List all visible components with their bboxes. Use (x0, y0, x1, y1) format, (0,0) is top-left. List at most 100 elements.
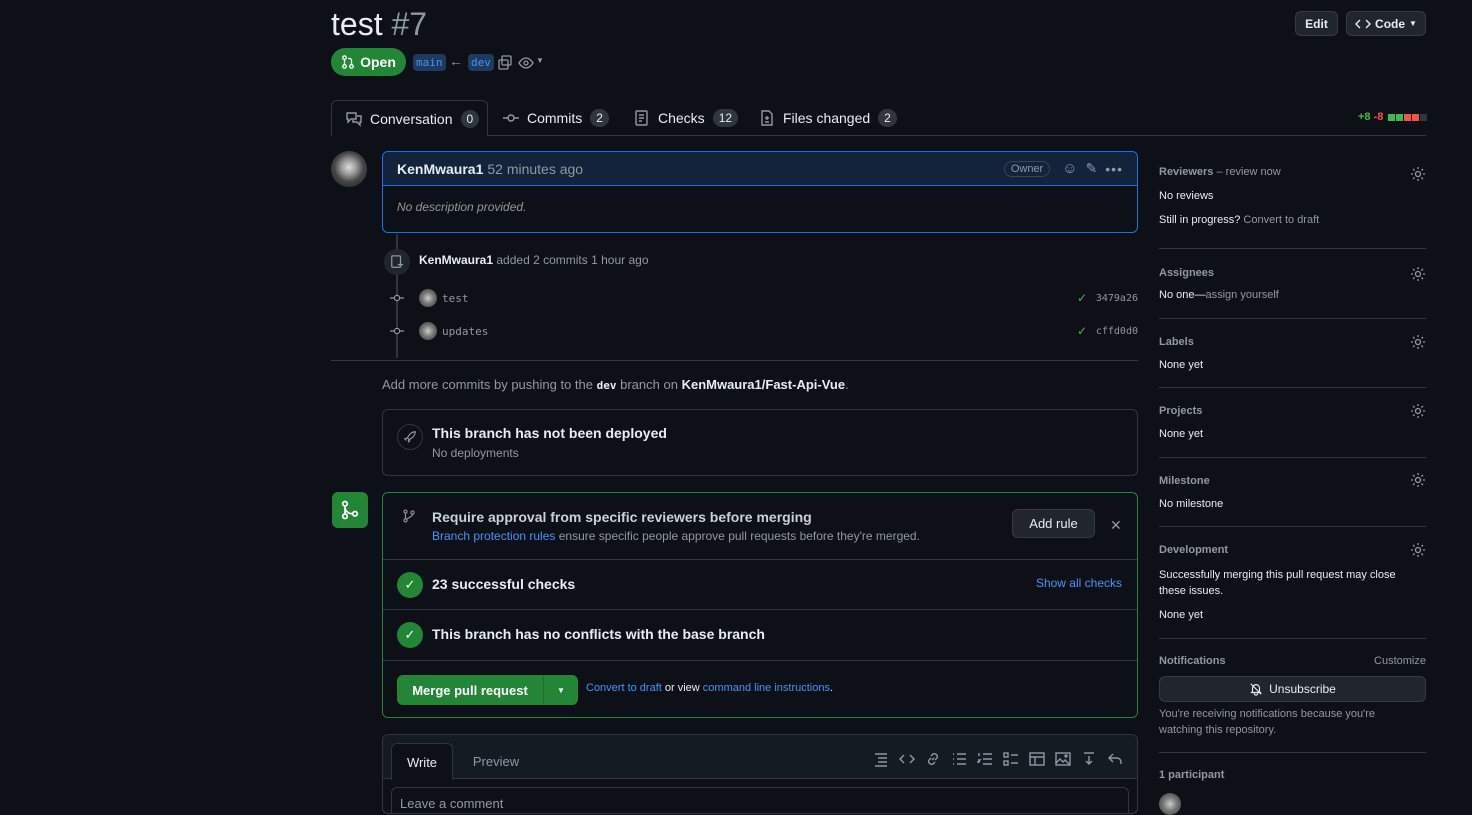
commit-sha[interactable]: cffd0d0 (1096, 326, 1138, 337)
convert-to-draft-link[interactable]: Convert to draft (586, 682, 662, 694)
convert-to-draft-link[interactable]: Convert to draft (1243, 214, 1319, 226)
commit-row: test ✓ 3479a26 (390, 285, 1138, 311)
caret-down-icon[interactable]: ▼ (536, 56, 544, 65)
tab-counter: 12 (712, 109, 739, 127)
tab-write[interactable]: Write (391, 743, 453, 780)
timeline-divider (331, 360, 1138, 361)
smiley-icon[interactable]: ☺ (1062, 160, 1077, 177)
gear-icon[interactable] (1410, 266, 1426, 282)
branch-protection-link[interactable]: Branch protection rules (432, 529, 555, 543)
participant-avatar[interactable] (1159, 793, 1181, 815)
eye-icon[interactable] (518, 55, 534, 71)
timeline-author[interactable]: KenMwaura1 (419, 253, 493, 267)
commit-avatar[interactable] (419, 289, 437, 307)
sidebar-assignees: Assignees No one—assign yourself (1159, 249, 1426, 319)
diffstat-bar (1388, 113, 1428, 121)
ordered-list-icon[interactable] (977, 751, 993, 767)
image-icon[interactable] (1055, 751, 1071, 767)
pr-title-text: test (331, 6, 383, 42)
participants-title: 1 participant (1159, 769, 1225, 781)
show-all-checks-link[interactable]: Show all checks (1036, 576, 1122, 590)
conflicts-section: ✓ This branch has no conflicts with the … (383, 610, 1137, 661)
link-icon[interactable] (925, 751, 941, 767)
assignees-prefix: No one— (1159, 289, 1206, 301)
tasklist-icon[interactable] (1003, 751, 1019, 767)
comment-textarea[interactable]: Leave a comment (391, 787, 1129, 813)
kebab-horizontal-icon[interactable]: ••• (1105, 161, 1123, 177)
progress-text: Still in progress? (1159, 214, 1241, 226)
milestone-title[interactable]: Milestone (1159, 475, 1210, 487)
commit-avatar[interactable] (419, 322, 437, 340)
commit-message[interactable]: updates (442, 325, 488, 338)
code-icon[interactable] (899, 751, 915, 767)
unordered-list-icon[interactable] (951, 751, 967, 767)
gear-icon[interactable] (1410, 542, 1426, 558)
slash-commands-icon[interactable] (1081, 751, 1097, 767)
customize-link[interactable]: Customize (1374, 655, 1426, 667)
table-icon[interactable] (1029, 751, 1045, 767)
diffstat-additions: +8 (1358, 111, 1371, 123)
head-branch[interactable]: dev (468, 54, 494, 71)
gear-icon[interactable] (1410, 403, 1426, 419)
check-icon[interactable]: ✓ (1077, 324, 1087, 338)
tab-conversation[interactable]: Conversation 0 (331, 100, 488, 136)
approval-section: Require approval from specific reviewers… (383, 493, 1137, 560)
merge-pull-request-button[interactable]: Merge pull request (397, 675, 543, 705)
tab-label: Conversation (370, 110, 453, 127)
gear-icon[interactable] (1410, 166, 1426, 182)
sidebar-reviewers: Reviewers – review now No reviews Still … (1159, 152, 1426, 249)
development-title[interactable]: Development (1159, 544, 1228, 556)
heading-icon[interactable] (873, 751, 889, 767)
comment-time[interactable]: 52 minutes ago (487, 161, 583, 177)
timeline-time[interactable]: 1 hour ago (591, 253, 648, 267)
close-icon[interactable]: ✕ (1110, 517, 1122, 534)
check-icon[interactable]: ✓ (1077, 291, 1087, 305)
reviewers-title[interactable]: Reviewers – review now (1159, 166, 1281, 178)
commit-message[interactable]: test (442, 292, 469, 305)
labels-value: None yet (1159, 359, 1204, 371)
sidebar-projects: Projects None yet (1159, 388, 1426, 458)
diffstat[interactable]: +8 -8 (1358, 111, 1428, 123)
pencil-icon[interactable]: ✎ (1086, 160, 1098, 177)
add-rule-button[interactable]: Add rule (1012, 509, 1095, 538)
tab-commits[interactable]: Commits 2 (503, 100, 609, 136)
state-badge: Open (331, 48, 406, 76)
push-hint-middle: branch on (620, 377, 678, 392)
command-line-link[interactable]: command line instructions (703, 682, 830, 694)
edit-button[interactable]: Edit (1295, 11, 1338, 36)
push-hint-repo[interactable]: KenMwaura1/Fast-Api-Vue (682, 377, 846, 392)
tab-label: Checks (658, 110, 705, 126)
comment-author[interactable]: KenMwaura1 (397, 161, 483, 177)
labels-title[interactable]: Labels (1159, 336, 1194, 348)
gear-icon[interactable] (1410, 334, 1426, 350)
git-branch-icon (403, 509, 415, 523)
comment-body: No description provided. (397, 200, 527, 214)
assign-yourself-link[interactable]: assign yourself (1205, 289, 1278, 301)
gear-icon[interactable] (1410, 472, 1426, 488)
avatar[interactable] (331, 151, 367, 187)
assignees-title[interactable]: Assignees (1159, 267, 1214, 279)
tab-files-changed[interactable]: Files changed 2 (759, 100, 897, 136)
checklist-icon (635, 110, 648, 126)
tab-preview[interactable]: Preview (461, 743, 531, 779)
commit-sha[interactable]: 3479a26 (1096, 293, 1138, 304)
base-branch[interactable]: main (413, 54, 446, 71)
sidebar-development: Development Successfully merging this pu… (1159, 527, 1426, 639)
reviewers-suffix: – review now (1213, 166, 1281, 178)
comment-box: KenMwaura1 52 minutes ago Owner ☺ ✎ ••• … (382, 151, 1138, 233)
projects-title[interactable]: Projects (1159, 405, 1202, 417)
file-diff-icon (761, 110, 773, 126)
diffstat-block (1420, 113, 1428, 121)
tab-checks[interactable]: Checks 12 (634, 100, 739, 136)
merge-links: Convert to draft or view command line in… (586, 682, 833, 694)
unsubscribe-button[interactable]: Unsubscribe (1159, 676, 1426, 702)
sidebar-notifications: Notifications Customize Unsubscribe You'… (1159, 639, 1426, 753)
reply-icon[interactable] (1107, 751, 1123, 767)
diffstat-block (1396, 113, 1404, 121)
code-button[interactable]: Code ▼ (1346, 11, 1426, 36)
cli-suffix: . (829, 682, 834, 694)
caret-down-icon: ▼ (557, 685, 565, 695)
merge-method-dropdown[interactable]: ▼ (543, 675, 578, 705)
copy-icon[interactable] (497, 55, 513, 71)
pr-title: test #7 (331, 4, 427, 44)
